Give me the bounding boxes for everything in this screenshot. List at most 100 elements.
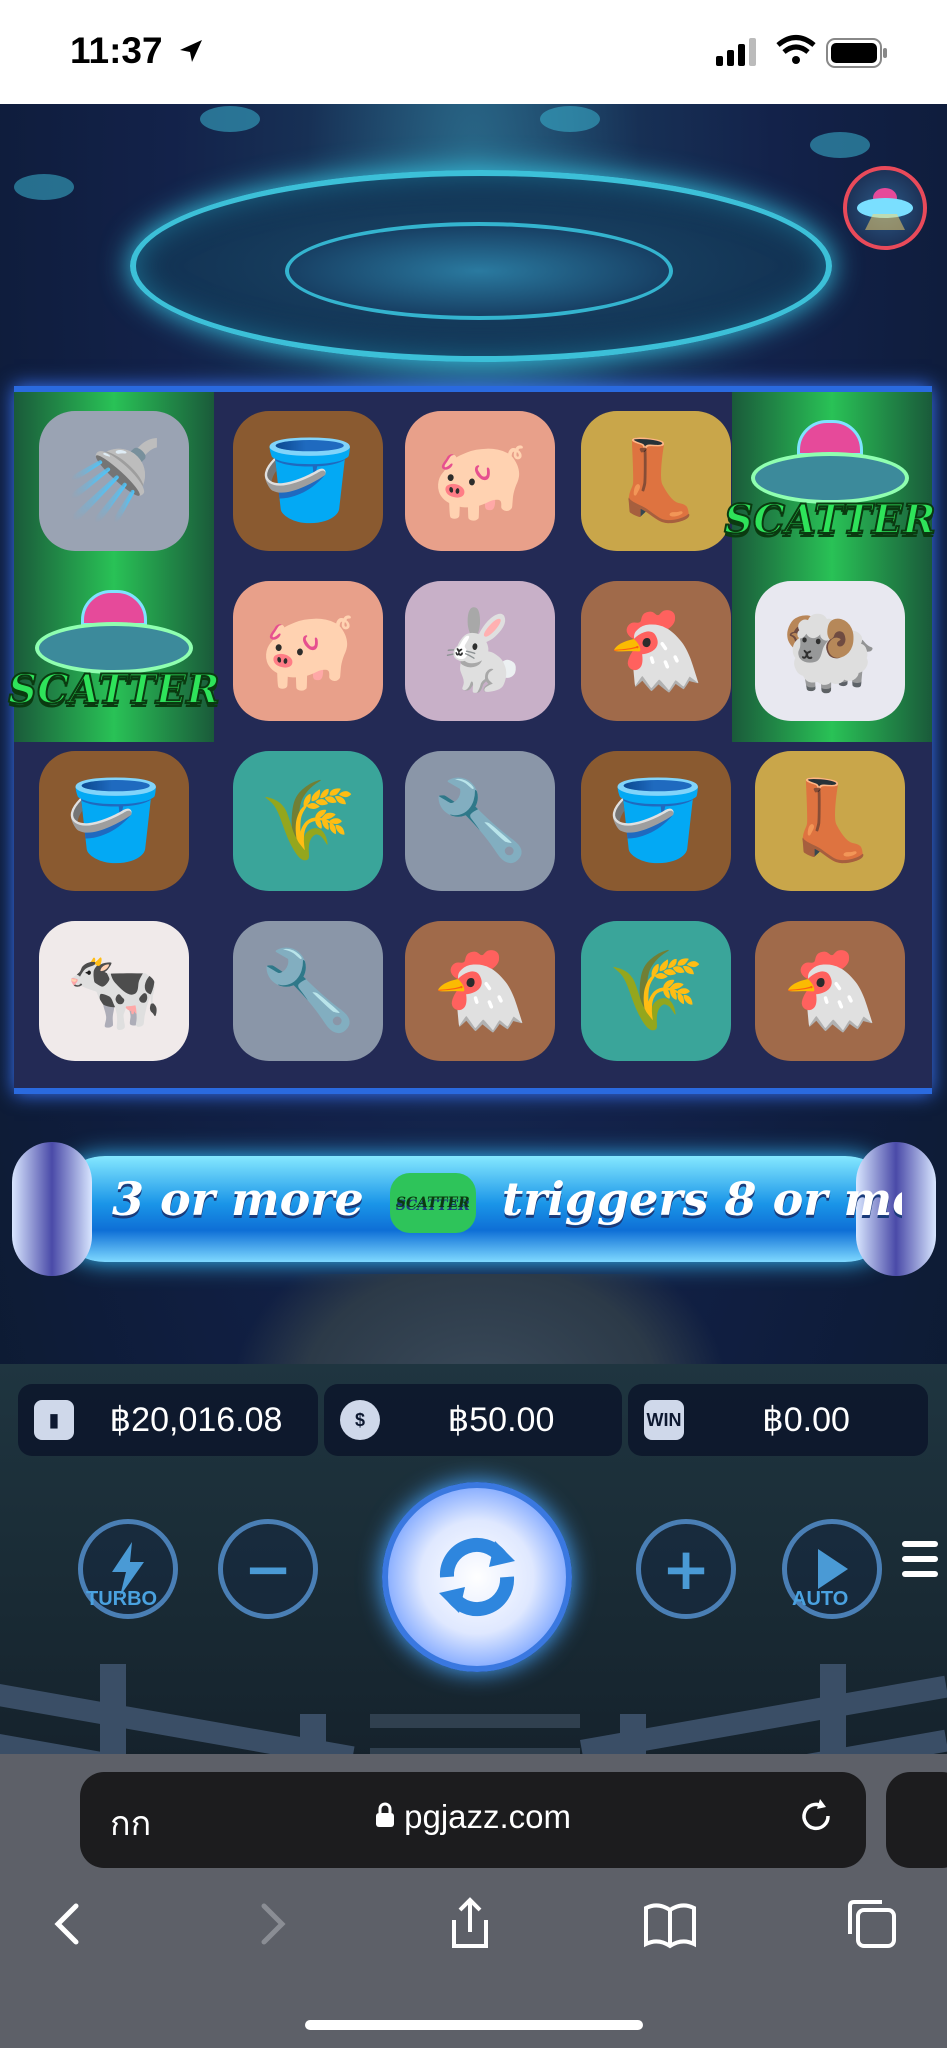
symbol-wheelbarrow: 🌾	[222, 738, 394, 904]
reload-icon[interactable]	[796, 1796, 836, 1836]
menu-bar	[902, 1556, 938, 1562]
symbol-bucket: 🪣	[28, 738, 200, 904]
trowel-icon: 🔧	[233, 921, 383, 1061]
wallet-icon: ▮	[34, 1400, 74, 1440]
symbol-pig: 🐖	[394, 398, 566, 564]
win-panel: WIN ฿0.00	[628, 1384, 928, 1456]
pig-icon: 🐖	[405, 411, 555, 551]
scatter-label: SCATTER	[7, 665, 220, 714]
wheelbarrow-icon: 🌾	[581, 921, 731, 1061]
clock: 11:37	[70, 30, 163, 71]
bucket-icon: 🪣	[39, 751, 189, 891]
scatter-icon: SCATTER	[7, 566, 221, 736]
lock-icon	[375, 1802, 394, 1827]
forward-icon[interactable]	[240, 1894, 300, 1954]
tabs-icon[interactable]	[842, 1894, 902, 1954]
ufo-light	[540, 106, 600, 132]
menu-bar	[902, 1571, 938, 1577]
symbol-chicken: 🐔	[394, 908, 566, 1074]
decrease-bet-button[interactable]: −	[218, 1519, 318, 1619]
status-bar: 11:37	[0, 0, 947, 104]
watering-can-icon: 🚿	[39, 411, 189, 551]
coins-icon: $	[340, 1400, 380, 1440]
symbol-trowel: 🔧	[222, 908, 394, 1074]
home-indicator[interactable]	[305, 2020, 643, 2030]
scatter-dome	[81, 589, 147, 626]
symbol-scatter: SCATTER	[7, 566, 221, 736]
game-viewport: 🚿 🪣 🐖 👢 SCATTER SCATTER 🐖 🐇 🐔 🐏 🪣 🌾 🔧 🪣 …	[0, 104, 947, 1754]
scatter-label: SCATTER	[723, 495, 936, 544]
symbol-bucket: 🪣	[570, 738, 742, 904]
pig-icon: 🐖	[233, 581, 383, 721]
banner-text: 3 or more SCATTER triggers 8 or more fre	[112, 1172, 902, 1246]
symbol-pig: 🐖	[222, 568, 394, 734]
symbol-scatter: SCATTER	[723, 396, 937, 566]
chicken-icon: 🐔	[581, 581, 731, 721]
symbol-boots: 👢	[744, 738, 916, 904]
symbol-trowel: 🔧	[394, 738, 566, 904]
symbol-boots: 👢	[570, 398, 742, 564]
url-display: pgjazz.com	[80, 1798, 866, 1836]
address-bar[interactable]: กก pgjazz.com	[80, 1772, 866, 1868]
ufo-icon	[857, 188, 913, 230]
next-tab-preview[interactable]	[886, 1772, 947, 1868]
location-arrow-icon	[180, 40, 202, 62]
cellular-signal-icon	[716, 38, 756, 66]
spin-arrows-icon	[439, 1537, 515, 1617]
cow-icon: 🐄	[39, 921, 189, 1061]
sheep-icon: 🐏	[755, 581, 905, 721]
symbol-sheep: 🐏	[744, 568, 916, 734]
share-icon[interactable]	[440, 1894, 500, 1954]
symbol-cow: 🐄	[28, 908, 200, 1074]
banner-text-before: 3 or more	[112, 1172, 364, 1226]
menu-button[interactable]	[902, 1541, 938, 1586]
url-text: pgjazz.com	[404, 1798, 572, 1835]
boots-icon: 👢	[581, 411, 731, 551]
fence-right	[579, 1664, 947, 1754]
auto-label: AUTO	[792, 1588, 849, 1610]
symbol-watering-can: 🚿	[28, 398, 200, 564]
banner-scatter-icon: SCATTER	[389, 1173, 476, 1233]
bet-value: ฿50.00	[447, 1401, 555, 1439]
wheelbarrow-icon: 🌾	[233, 751, 383, 891]
trowel-icon: 🔧	[405, 751, 555, 891]
rabbit-icon: 🐇	[405, 581, 555, 721]
fence-left	[0, 1664, 355, 1754]
message-banner: 3 or more SCATTER triggers 8 or more fre	[12, 1142, 936, 1278]
win-value: ฿0.00	[762, 1401, 850, 1439]
win-icon: WIN	[644, 1400, 684, 1440]
play-icon	[818, 1549, 848, 1589]
banner-cap-left	[12, 1142, 92, 1276]
back-icon[interactable]	[40, 1894, 100, 1954]
banner-text-after: triggers 8 or more fre	[501, 1172, 902, 1226]
balance-panel: ▮ ฿20,016.08	[18, 1384, 318, 1456]
gate-steps	[370, 1714, 580, 1754]
increase-bet-button[interactable]: +	[636, 1519, 736, 1619]
plus-icon: +	[661, 1535, 711, 1603]
wifi-icon	[776, 35, 816, 64]
bucket-icon: 🪣	[233, 411, 383, 551]
scatter-dome	[797, 419, 863, 456]
bucket-icon: 🪣	[581, 751, 731, 891]
spin-button[interactable]	[382, 1482, 572, 1672]
chicken-icon: 🐔	[755, 921, 905, 1061]
menu-bar	[902, 1541, 938, 1547]
balance-value: ฿20,016.08	[109, 1401, 283, 1439]
info-ufo-button[interactable]	[843, 166, 927, 250]
bet-panel[interactable]: $ ฿50.00	[324, 1384, 622, 1456]
boots-icon: 👢	[755, 751, 905, 891]
symbol-rabbit: 🐇	[394, 568, 566, 734]
ufo-light	[14, 174, 74, 200]
minus-icon: −	[243, 1535, 293, 1603]
battery-icon	[826, 38, 887, 68]
reel-grid: 🚿 🪣 🐖 👢 SCATTER SCATTER 🐖 🐇 🐔 🐏 🪣 🌾 🔧 🪣 …	[7, 386, 937, 1094]
browser-toolbar: กก pgjazz.com	[0, 1754, 947, 2048]
symbol-chicken: 🐔	[570, 568, 742, 734]
bookmarks-icon[interactable]	[640, 1894, 700, 1954]
symbol-bucket: 🪣	[222, 398, 394, 564]
ufo-light	[810, 132, 870, 158]
chicken-icon: 🐔	[405, 921, 555, 1061]
scatter-icon: SCATTER	[723, 396, 937, 566]
ufo-light	[200, 106, 260, 132]
symbol-chicken: 🐔	[744, 908, 916, 1074]
